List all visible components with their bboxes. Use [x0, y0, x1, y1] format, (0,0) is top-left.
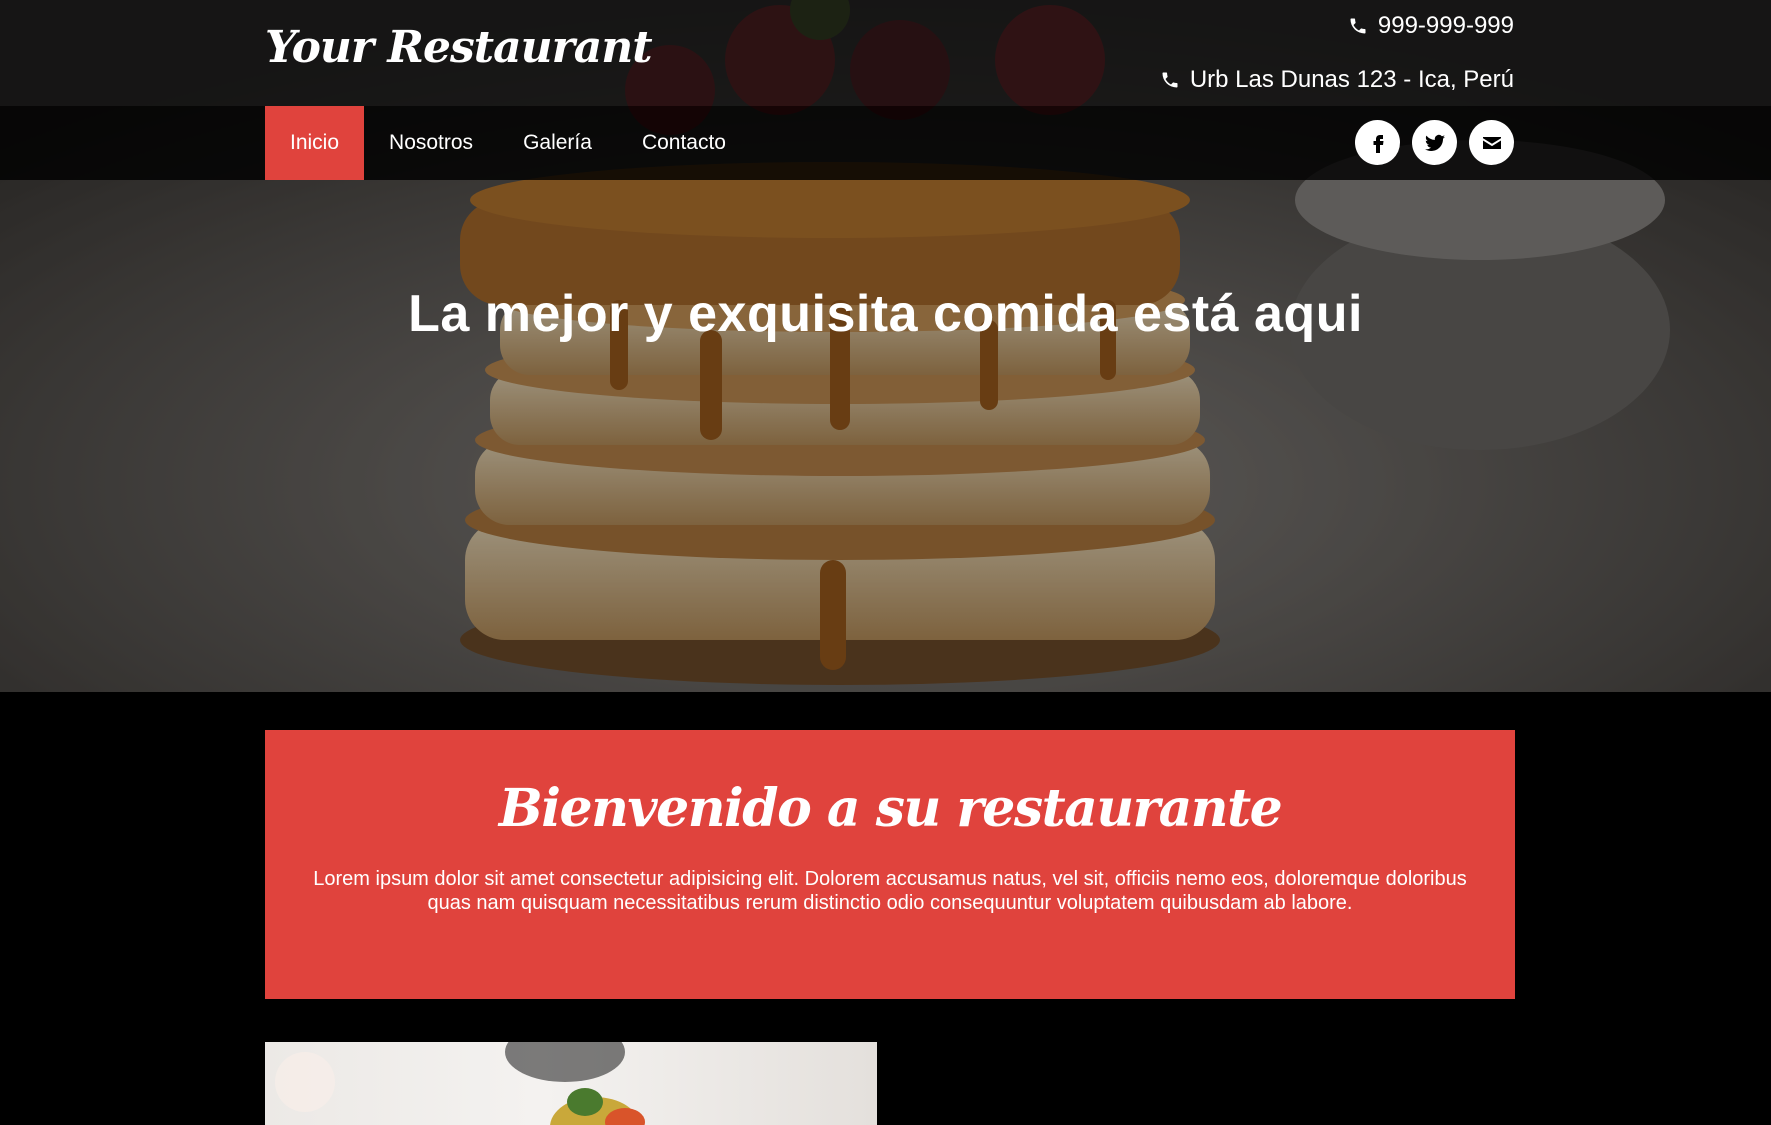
nav-item-nosotros[interactable]: Nosotros: [364, 106, 498, 180]
dish-image: [265, 1042, 877, 1125]
main-nav: Inicio Nosotros Galería Contacto: [0, 106, 1771, 180]
nav-item-inicio[interactable]: Inicio: [265, 106, 365, 180]
nav-menu: Inicio Nosotros Galería Contacto: [265, 106, 751, 180]
hero-headline: La mejor y exquisita comida está aqui: [408, 285, 1363, 343]
address-info: Urb Las Dunas 123 - Ica, Perú: [1160, 66, 1514, 94]
email-link[interactable]: [1469, 120, 1514, 165]
address-text: Urb Las Dunas 123 - Ica, Perú: [1189, 66, 1514, 93]
twitter-link[interactable]: [1412, 120, 1457, 165]
facebook-link[interactable]: [1355, 120, 1400, 165]
twitter-icon: [1424, 134, 1445, 151]
phone-icon: [1350, 18, 1366, 34]
top-bar: Your Restaurant 999-999-999 Urb Las Duna…: [0, 0, 1771, 106]
social-links: [1355, 120, 1514, 165]
nav-item-galeria[interactable]: Galería: [498, 106, 617, 180]
logo[interactable]: Your Restaurant: [265, 22, 653, 73]
phone-info: 999-999-999: [1348, 12, 1514, 40]
dish-photo: [275, 1042, 645, 1125]
facebook-icon: [1373, 134, 1383, 153]
phone-number: 999-999-999: [1377, 12, 1514, 39]
envelope-icon: [1482, 136, 1501, 149]
welcome-title: Bienvenido a su restaurante: [498, 778, 1283, 839]
nav-item-contacto[interactable]: Contacto: [617, 106, 751, 180]
welcome-text: Lorem ipsum dolor sit amet consectetur a…: [313, 868, 1467, 915]
phone-icon: [1162, 72, 1178, 88]
welcome-section: Bienvenido a su restaurante Lorem ipsum …: [265, 730, 1515, 999]
